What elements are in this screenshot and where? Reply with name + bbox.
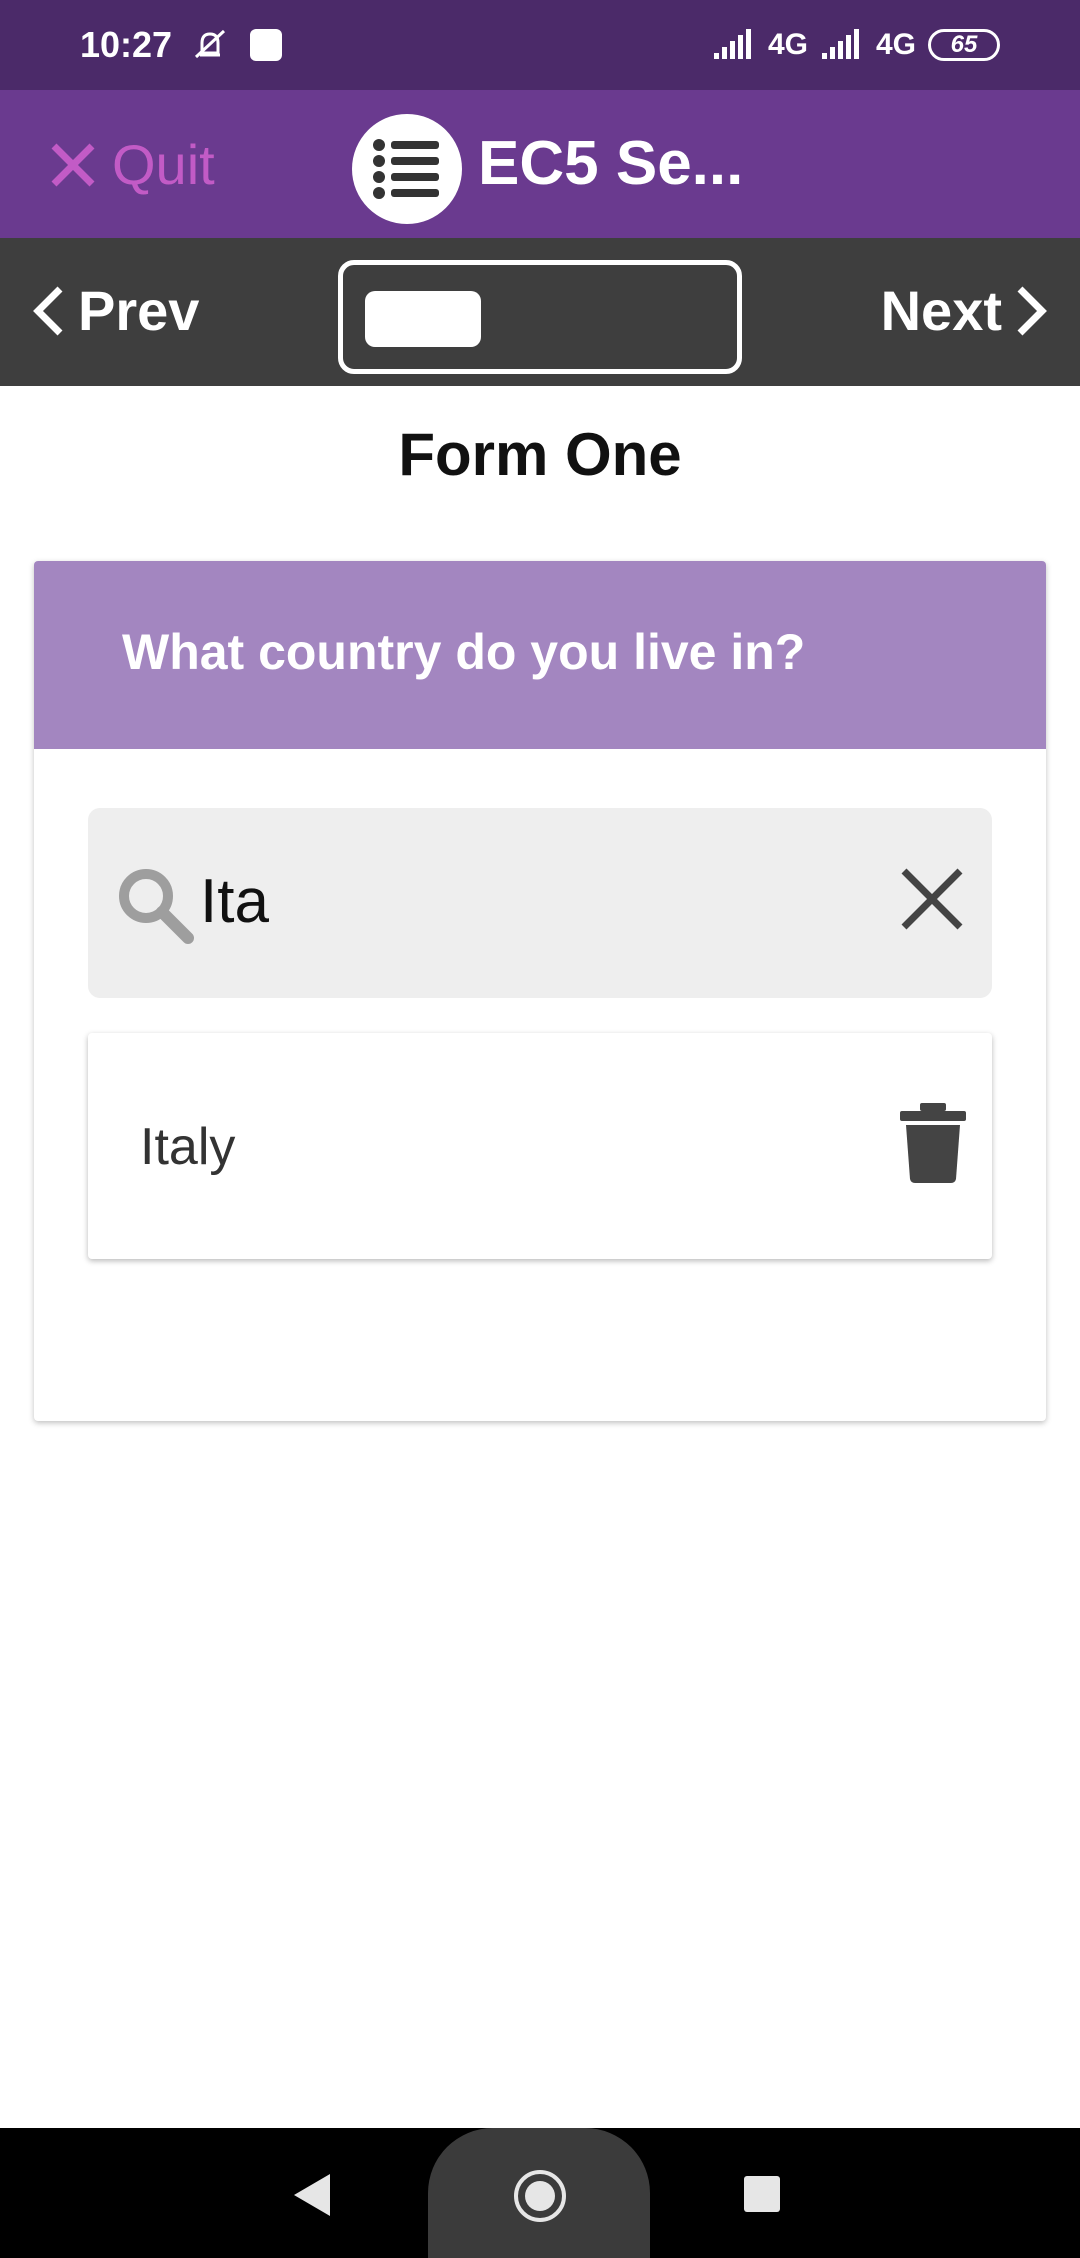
next-label: Next: [880, 279, 1002, 342]
network-label-1: 4G: [767, 28, 808, 61]
quit-button[interactable]: Quit: [48, 132, 215, 197]
notification-square-icon: [250, 29, 283, 61]
quit-label: Quit: [112, 133, 215, 196]
home-icon[interactable]: [512, 2168, 568, 2224]
chevron-left-icon: [33, 286, 63, 335]
battery-level: 65: [950, 31, 978, 58]
battery-icon: 65: [928, 29, 1000, 61]
progress-fill: [365, 291, 481, 347]
network-label-2: 4G: [875, 28, 916, 61]
status-left: 10:27: [80, 24, 284, 66]
list-icon: [373, 139, 439, 199]
prev-button[interactable]: Prev: [30, 278, 199, 343]
app-bar: Quit EC5 Se...: [0, 90, 1080, 238]
form-title: Form One: [398, 421, 682, 488]
clear-icon[interactable]: [896, 863, 968, 935]
status-time: 10:27: [80, 24, 173, 65]
search-icon: [119, 869, 194, 944]
list-item[interactable]: Italy: [88, 1033, 992, 1259]
recents-icon[interactable]: [742, 2174, 782, 2214]
progress-bar: [338, 260, 742, 374]
signal-icon: [713, 29, 751, 59]
question-header: What country do you live in?: [34, 561, 1046, 749]
trash-icon[interactable]: [898, 1101, 968, 1185]
result-label: Italy: [140, 1118, 236, 1176]
status-bar: 10:27 4G 4G 65: [0, 0, 1080, 90]
question-card: What country do you live in? Ita Italy: [34, 561, 1046, 1421]
app-title: EC5 Se...: [478, 129, 744, 198]
prev-label: Prev: [78, 279, 200, 342]
bell-off-icon: [195, 29, 226, 59]
back-icon[interactable]: [292, 2172, 332, 2218]
next-button[interactable]: Next: [881, 278, 1050, 343]
close-icon: [51, 143, 95, 186]
form-nav-bar: Prev Next: [0, 238, 1080, 386]
chevron-right-icon: [1017, 286, 1047, 335]
signal-icon: [821, 29, 859, 59]
search-input[interactable]: Ita: [88, 808, 992, 998]
search-value[interactable]: Ita: [200, 866, 269, 937]
question-text: What country do you live in?: [122, 624, 806, 680]
app-logo: [352, 114, 462, 224]
status-right: 4G 4G 65: [712, 28, 1000, 62]
